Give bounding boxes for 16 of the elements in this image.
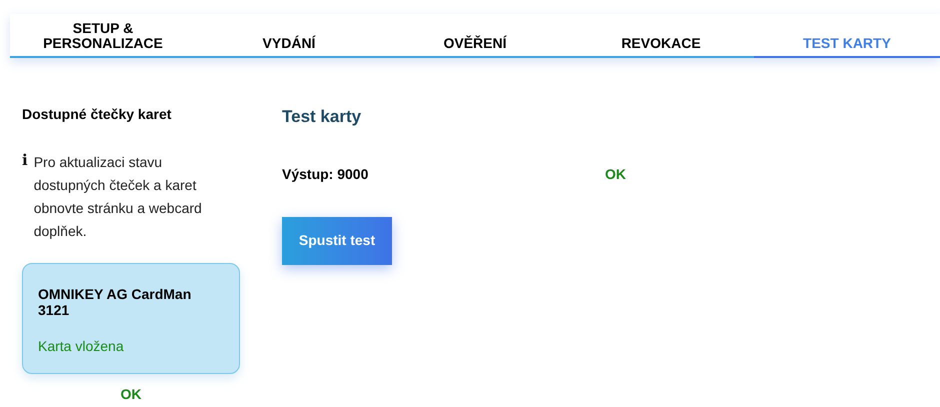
tab[interactable]: SETUP & PERSONALIZACE (10, 14, 196, 56)
reader-card[interactable]: OMNIKEY AG CardMan 3121 Karta vložena (22, 263, 240, 374)
status-text: OK (120, 386, 142, 402)
tab[interactable]: VYDÁNÍ (196, 14, 382, 56)
tab[interactable]: TEST KARTY (754, 14, 940, 58)
info-icon: i (22, 151, 28, 243)
tab[interactable]: OVĚŘENÍ (382, 14, 568, 56)
tab[interactable]: REVOKACE (568, 14, 754, 56)
status-text: OK (605, 164, 626, 184)
output-text: Výstup: 9000 (282, 164, 368, 184)
sidebar-heading: Dostupné čtečky karet (22, 105, 172, 124)
reader-name: OMNIKEY AG CardMan 3121 (38, 286, 192, 318)
section-title: Test karty (282, 106, 362, 128)
card-status: Karta vložena (38, 337, 125, 356)
run-test-button[interactable]: Spustit test (282, 216, 392, 264)
info-text: Pro aktualizaci stavu dostupných čteček a karet obnovte stránku a webcard doplňek. (34, 153, 203, 241)
